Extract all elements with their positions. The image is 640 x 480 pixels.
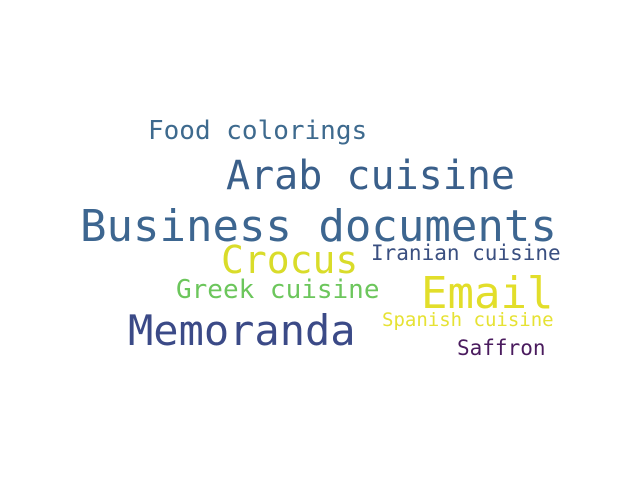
word-saffron: Saffron	[457, 336, 546, 360]
word-crocus: Crocus	[221, 238, 359, 282]
word-cloud: Food colorings Arab cuisine Business doc…	[0, 0, 640, 480]
word-memoranda: Memoranda	[128, 306, 356, 355]
word-arab-cuisine: Arab cuisine	[226, 153, 515, 199]
word-food-colorings: Food colorings	[148, 116, 368, 146]
word-spanish-cuisine: Spanish cuisine	[382, 309, 554, 331]
word-iranian-cuisine: Iranian cuisine	[371, 241, 561, 265]
word-greek-cuisine: Greek cuisine	[176, 275, 380, 305]
